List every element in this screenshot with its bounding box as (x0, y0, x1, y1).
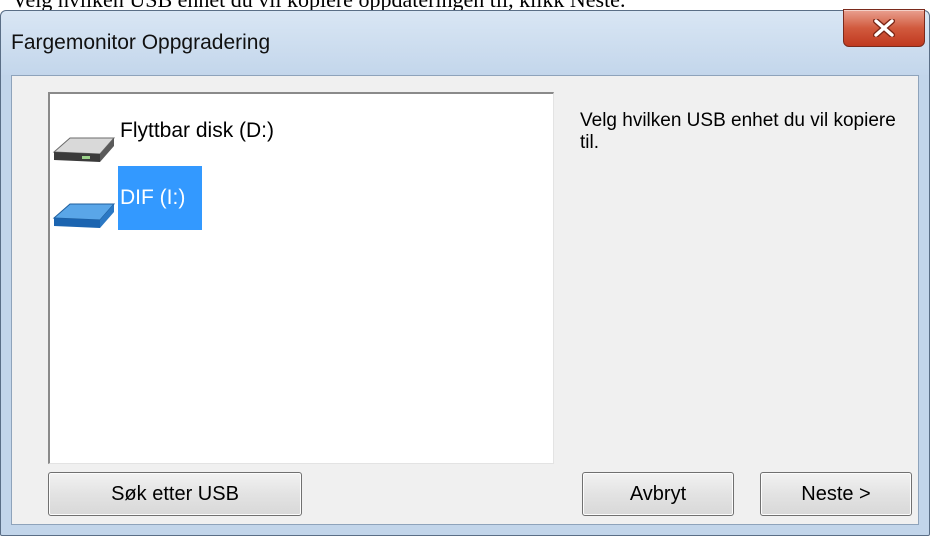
cancel-button[interactable]: Avbryt (582, 472, 734, 516)
title-bar[interactable]: Fargemonitor Oppgradering (1, 9, 929, 75)
instructions-text: Velg hvilken USB enhet du vil kopiere ti… (580, 110, 896, 153)
close-button[interactable] (843, 9, 925, 47)
device-item-dif[interactable]: DIF (I:) (52, 166, 252, 230)
close-icon (873, 19, 895, 37)
device-label: DIF (I:) (118, 166, 202, 230)
device-label: Flyttbar disk (D:) (120, 119, 275, 142)
scan-usb-button[interactable]: Søk etter USB (48, 472, 302, 516)
window-title: Fargemonitor Oppgradering (11, 31, 271, 54)
dialog-window: Fargemonitor Oppgradering Flyttbar disk … (0, 9, 930, 536)
next-button[interactable]: Neste > (760, 472, 912, 516)
removable-disk-icon (52, 137, 116, 162)
dialog-body: Flyttbar disk (D:) DIF (I:) Velg hvilken… (11, 75, 919, 525)
usb-drive-icon (52, 203, 116, 228)
usb-device-list[interactable]: Flyttbar disk (D:) DIF (I:) (48, 92, 554, 464)
